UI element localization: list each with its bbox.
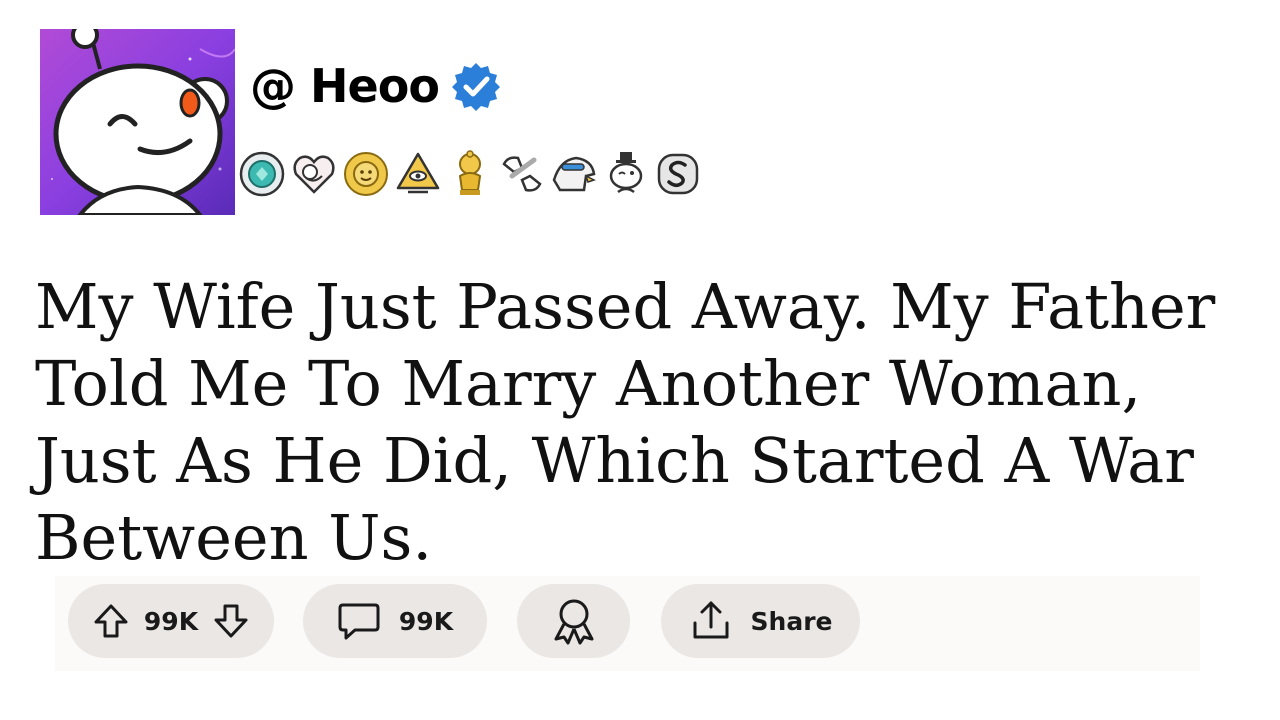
comments-button[interactable]: 99K	[303, 584, 487, 658]
award-button[interactable]	[517, 584, 630, 658]
downvote-arrow-icon[interactable]	[212, 602, 250, 640]
award-ribbon-icon	[554, 599, 593, 645]
vote-control: 99K	[68, 584, 274, 658]
share-label: Share	[750, 606, 833, 636]
pyramid-eye-award-icon[interactable]	[394, 150, 442, 198]
sun-face-award-icon[interactable]	[342, 150, 390, 198]
teal-gem-award-icon[interactable]	[238, 150, 286, 198]
comment-bubble-icon	[338, 603, 380, 640]
share-upload-icon	[693, 601, 729, 639]
fist-bump-award-icon[interactable]	[498, 150, 546, 198]
eagle-award-icon[interactable]	[550, 150, 598, 198]
silver-s-award-icon[interactable]	[654, 150, 702, 198]
author-handle[interactable]: @ Heoo	[250, 59, 440, 113]
award-badges	[238, 146, 706, 202]
upvote-arrow-icon[interactable]	[92, 602, 130, 640]
comment-count: 99K	[398, 606, 454, 636]
gold-snoo-trophy-award-icon[interactable]	[446, 150, 494, 198]
avatar[interactable]	[40, 29, 235, 215]
heart-award-icon[interactable]	[290, 150, 338, 198]
post-title[interactable]: My Wife Just Passed Away. My Father Told…	[35, 268, 1255, 576]
share-button[interactable]: Share	[661, 584, 860, 658]
verified-badge-icon	[451, 63, 500, 111]
reddit-snoo-avatar-icon	[40, 29, 235, 215]
author-row: @ Heoo	[250, 56, 501, 116]
snoo-top-hat-award-icon[interactable]	[602, 150, 650, 198]
vote-count: 99K	[143, 606, 199, 636]
